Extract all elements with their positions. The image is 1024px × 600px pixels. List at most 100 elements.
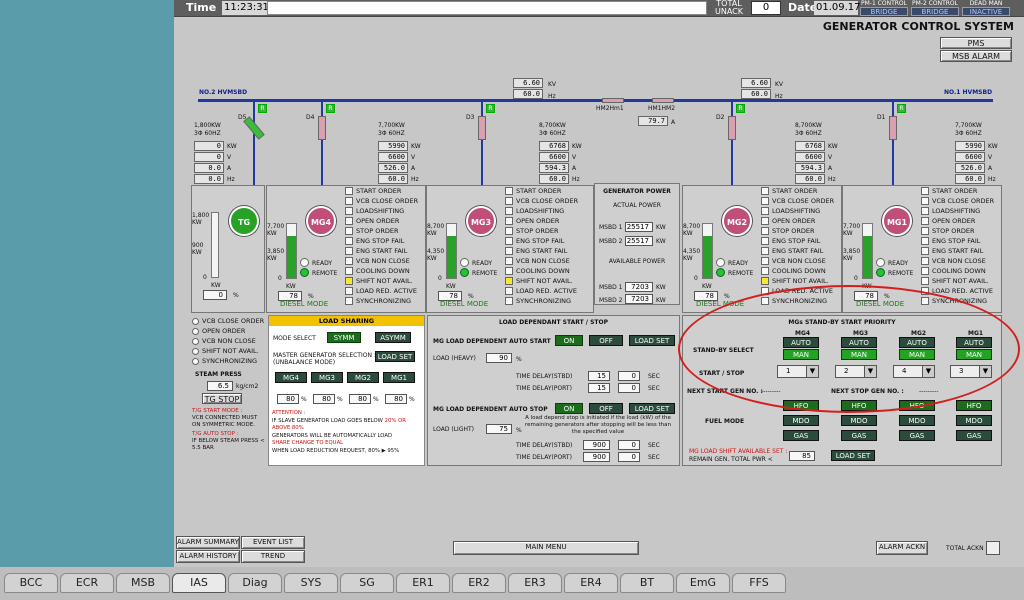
gen-breaker-mg2[interactable] — [728, 116, 736, 140]
tab-bcc[interactable]: BCC — [4, 573, 58, 593]
tg-stop-button[interactable]: TG STOP — [202, 393, 242, 404]
gen-v-unit: V — [227, 154, 232, 161]
gen-symbol-mg4[interactable]: MG4 — [306, 206, 336, 236]
ready-indicator-icon — [300, 258, 309, 267]
fuel-gas-button[interactable]: GAS — [841, 430, 877, 441]
mg4-share-pct[interactable]: 80 — [277, 394, 299, 404]
bar-top-unit: KW — [843, 230, 853, 237]
gen-breaker-label: D2 — [716, 114, 725, 121]
fuel-mdo-button[interactable]: MDO — [783, 415, 819, 426]
status-label: ENG STOP FAIL — [516, 237, 565, 245]
pms-button[interactable]: PMS — [940, 37, 1012, 49]
tab-er1[interactable]: ER1 — [396, 573, 450, 593]
alarm-history-button[interactable]: ALARM HISTORY — [176, 550, 240, 563]
bus-tie-breaker-2[interactable] — [602, 98, 624, 103]
fuel-gas-button[interactable]: GAS — [956, 430, 992, 441]
main-menu-button[interactable]: MAIN MENU — [453, 541, 639, 555]
gen-breaker-mg4[interactable] — [318, 116, 326, 140]
tab-ecr[interactable]: ECR — [60, 573, 114, 593]
status-item: STOP ORDER — [345, 226, 425, 236]
auto-stop-label: MG LOAD DEPENDENT AUTO STOP — [433, 406, 548, 413]
tab-bt[interactable]: BT — [620, 573, 674, 593]
start-td-stbd-b[interactable]: 0 — [618, 371, 640, 381]
tab-ffs[interactable]: FFS — [732, 573, 786, 593]
fuel-mdo-button[interactable]: MDO — [956, 415, 992, 426]
alarm-summary-button[interactable]: ALARM SUMMARY — [176, 536, 240, 549]
msbd1-avail-label: MSBD 1 — [599, 284, 623, 291]
load-heavy-value[interactable]: 90 — [486, 353, 512, 363]
gen-symbol-tg[interactable]: TG — [229, 206, 259, 236]
alarm-message-field[interactable] — [267, 1, 707, 15]
fuel-mdo-button[interactable]: MDO — [841, 415, 877, 426]
gen-symbol-mg1[interactable]: MG1 — [882, 206, 912, 236]
mg1-share-pct[interactable]: 80 — [385, 394, 407, 404]
auto-stop-on-button[interactable]: ON — [555, 403, 583, 414]
stop-td-stbd-a[interactable]: 900 — [583, 440, 610, 450]
tab-msb[interactable]: MSB — [116, 573, 170, 593]
tab-sg[interactable]: SG — [340, 573, 394, 593]
fuel-gas-button[interactable]: GAS — [899, 430, 935, 441]
fuel-hfo-button[interactable]: HFO — [956, 400, 992, 411]
gen-kw-value: 6768 — [539, 141, 569, 151]
auto-stop-off-button[interactable]: OFF — [589, 403, 623, 414]
gen-breaker-mg1[interactable] — [889, 116, 897, 140]
event-list-button[interactable]: EVENT LIST — [241, 536, 305, 549]
symm-button[interactable]: SYMM — [327, 332, 361, 343]
tab-er3[interactable]: ER3 — [508, 573, 562, 593]
auto-stop-load-set-button[interactable]: LOAD SET — [629, 403, 675, 414]
unbalance-mode-label: (UNBALANCE MODE) — [273, 359, 336, 366]
msbd2-avail-unit: KW — [656, 297, 666, 304]
start-td-port-a[interactable]: 15 — [588, 383, 610, 393]
gen-symbol-mg2[interactable]: MG2 — [722, 206, 752, 236]
tab-er4[interactable]: ER4 — [564, 573, 618, 593]
status-indicator-icon — [921, 277, 929, 285]
master-mg1-button[interactable]: MG1 — [383, 372, 415, 383]
auto-start-on-button[interactable]: ON — [555, 335, 583, 346]
start-td-stbd-a[interactable]: 15 — [588, 371, 610, 381]
load-dependent-title: LOAD DEPENDANT START / STOP — [498, 319, 608, 326]
master-mg2-button[interactable]: MG2 — [347, 372, 379, 383]
msb-alarm-button[interactable]: MSB ALARM — [940, 50, 1012, 62]
bar-bottom-unit: KW — [446, 283, 456, 290]
tab-er2[interactable]: ER2 — [452, 573, 506, 593]
load-shift-set-button[interactable]: LOAD SET — [831, 450, 875, 461]
generator-power-title: GENERATOR POWER — [603, 188, 671, 195]
load-sharing-load-set-button[interactable]: LOAD SET — [375, 351, 415, 362]
gen-hz-value: 60.0 — [539, 174, 569, 184]
fuel-gas-button[interactable]: GAS — [783, 430, 819, 441]
master-mg3-button[interactable]: MG3 — [311, 372, 343, 383]
gen-symbol-mg3[interactable]: MG3 — [466, 206, 496, 236]
auto-start-load-set-button[interactable]: LOAD SET — [629, 335, 675, 346]
tab-sys[interactable]: SYS — [284, 573, 338, 593]
bar-mid-label: 900 — [192, 242, 204, 249]
status-item: VCB CLOSE ORDER — [505, 196, 585, 206]
stop-td-stbd-b[interactable]: 0 — [618, 440, 640, 450]
trend-button[interactable]: TREND — [241, 550, 305, 563]
status-item: VCB NON CLOSE — [921, 256, 1001, 266]
asymm-button[interactable]: ASYMM — [375, 332, 411, 343]
start-td-port-b[interactable]: 0 — [618, 383, 640, 393]
total-ackn-checkbox[interactable] — [986, 541, 1000, 555]
fuel-mdo-button[interactable]: MDO — [899, 415, 935, 426]
mg3-share-pct[interactable]: 80 — [313, 394, 335, 404]
tab-emg[interactable]: EmG — [676, 573, 730, 593]
bar-bottom-label: 0 — [278, 275, 282, 282]
mg2-share-pct[interactable]: 80 — [349, 394, 371, 404]
dead-man: DEAD MAN INACTIVE — [962, 0, 1010, 16]
alarm-ackn-button[interactable]: ALARM ACKN — [876, 541, 928, 555]
auto-start-off-button[interactable]: OFF — [589, 335, 623, 346]
master-mg4-button[interactable]: MG4 — [275, 372, 307, 383]
gen-breaker-mg3[interactable] — [478, 116, 486, 140]
mg1-share-pct-unit: % — [409, 396, 415, 403]
bus-tie-breaker-1[interactable] — [652, 98, 674, 103]
load-light-value[interactable]: 75 — [486, 424, 512, 434]
bar-top-unit: KW — [427, 230, 437, 237]
stop-td-port-b[interactable]: 0 — [618, 452, 640, 462]
load-shift-value[interactable]: 85 — [789, 451, 815, 461]
bus-right-kv-unit: KV — [775, 81, 784, 88]
tab-diag[interactable]: Diag — [228, 573, 282, 593]
gen-kw-unit: KW — [828, 143, 838, 150]
stop-td-port-a[interactable]: 900 — [583, 452, 610, 462]
tab-ias[interactable]: IAS — [172, 573, 226, 593]
status-label: ENG START FAIL — [516, 247, 568, 255]
